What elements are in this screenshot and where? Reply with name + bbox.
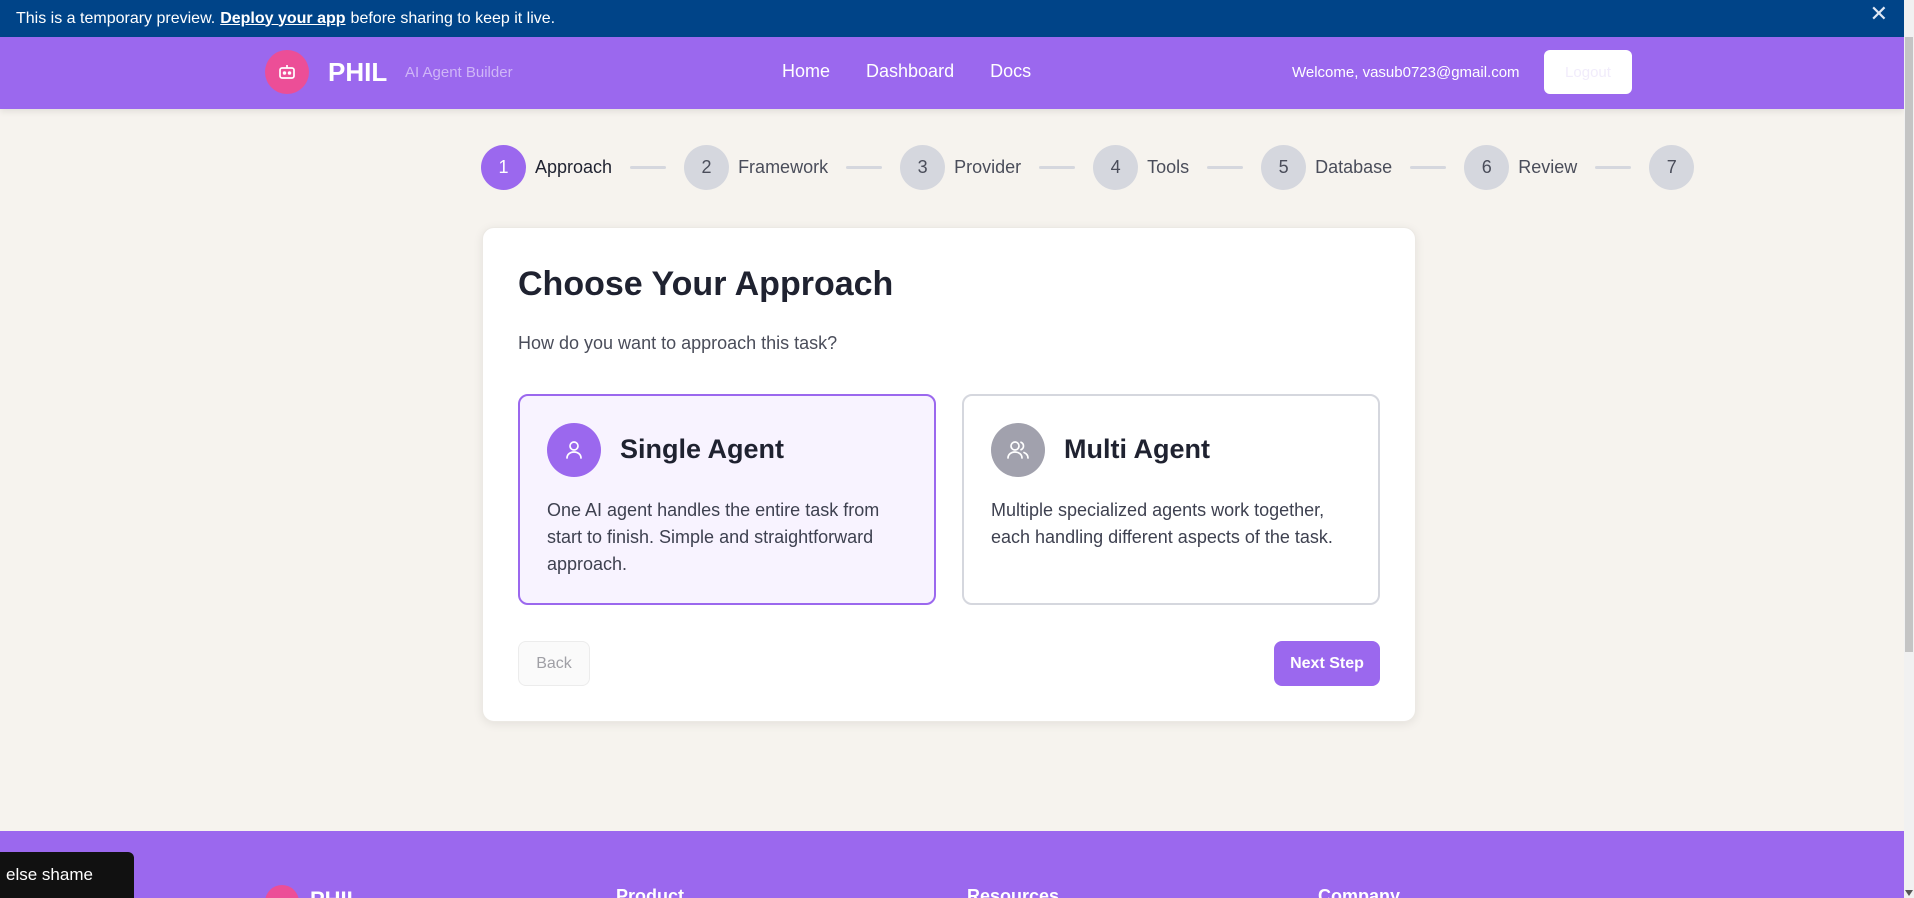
wizard-stepper: 1 Approach 2 Framework 3 Provider 4 Tool… xyxy=(481,145,1695,190)
step-label: Framework xyxy=(738,157,829,177)
user-icon xyxy=(547,423,601,477)
nav-home-link[interactable]: Home xyxy=(782,61,830,82)
footer: PHIL Product Resources Company xyxy=(0,831,1904,898)
scroll-down-arrow-icon[interactable] xyxy=(1905,890,1913,896)
nav-dashboard-link[interactable]: Dashboard xyxy=(866,61,954,82)
step-label: Review xyxy=(1518,157,1578,177)
users-icon xyxy=(991,423,1045,477)
step-connector xyxy=(1595,166,1632,169)
footer-logo-icon xyxy=(265,885,299,898)
next-step-button[interactable]: Next Step xyxy=(1274,641,1380,686)
brand-tagline: AI Agent Builder xyxy=(405,64,513,81)
step-framework[interactable]: 2 Framework xyxy=(684,145,828,190)
step-label: Approach xyxy=(535,157,613,177)
step-number: 5 xyxy=(1261,145,1307,190)
banner-text-before: This is a temporary preview. xyxy=(16,9,216,27)
step-label: Database xyxy=(1315,157,1393,177)
top-navbar: PHIL AI Agent Builder Home Dashboard Doc… xyxy=(0,37,1904,109)
step-connector xyxy=(846,166,883,169)
toast-text: else shame xyxy=(6,865,93,884)
step-label: Provider xyxy=(954,157,1022,177)
toast-notification[interactable]: else shame xyxy=(0,852,134,898)
banner-text-after: before sharing to keep it live. xyxy=(350,9,556,27)
brand-name[interactable]: PHIL xyxy=(328,57,387,88)
step-connector xyxy=(630,166,667,169)
step-number: 7 xyxy=(1649,145,1695,190)
step-number: 4 xyxy=(1093,145,1139,190)
step-number: 2 xyxy=(684,145,730,190)
step-number: 1 xyxy=(481,145,526,190)
option-title: Single Agent xyxy=(620,434,785,464)
step-number: 3 xyxy=(900,145,946,190)
step-provider[interactable]: 3 Provider xyxy=(900,145,1021,190)
footer-brand: PHIL xyxy=(310,887,360,898)
step-7[interactable]: 7 xyxy=(1649,145,1695,190)
page-subtitle: How do you want to approach this task? xyxy=(518,333,838,353)
page-scrollbar[interactable] xyxy=(1904,0,1914,898)
step-review[interactable]: 6 Review xyxy=(1464,145,1577,190)
step-connector xyxy=(1410,166,1447,169)
step-tools[interactable]: 4 Tools xyxy=(1093,145,1189,190)
option-description: One AI agent handles the entire task fro… xyxy=(547,500,880,574)
logout-button[interactable]: Logout xyxy=(1544,50,1632,94)
robot-logo-icon[interactable] xyxy=(265,50,309,94)
footer-product-heading: Product xyxy=(616,886,685,898)
option-title: Multi Agent xyxy=(1064,434,1210,464)
step-number: 6 xyxy=(1464,145,1510,190)
option-description: Multiple specialized agents work togethe… xyxy=(991,500,1333,547)
step-connector xyxy=(1039,166,1076,169)
footer-resources-heading: Resources xyxy=(967,886,1060,898)
main-nav: Home Dashboard Docs xyxy=(782,61,1031,82)
multi-agent-option[interactable]: Multi Agent Multiple specialized agents … xyxy=(962,394,1380,605)
deploy-app-link[interactable]: Deploy your app xyxy=(220,10,345,28)
footer-company-heading: Company xyxy=(1318,886,1401,898)
page-title: Choose Your Approach xyxy=(518,265,894,303)
step-approach[interactable]: 1 Approach xyxy=(481,145,612,190)
single-agent-option[interactable]: Single Agent One AI agent handles the en… xyxy=(518,394,936,605)
back-button[interactable]: Back xyxy=(518,641,590,686)
nav-docs-link[interactable]: Docs xyxy=(990,61,1031,82)
step-label: Tools xyxy=(1147,157,1190,177)
close-banner-icon[interactable]: ✕ xyxy=(1870,1,1888,27)
preview-banner: This is a temporary preview. Deploy your… xyxy=(0,0,1904,37)
step-database[interactable]: 5 Database xyxy=(1261,145,1392,190)
scrollbar-thumb[interactable] xyxy=(1905,37,1913,652)
approach-card: Choose Your Approach How do you want to … xyxy=(482,227,1416,722)
step-connector xyxy=(1207,166,1244,169)
welcome-user-text: Welcome, vasub0723@gmail.com xyxy=(1292,64,1520,81)
